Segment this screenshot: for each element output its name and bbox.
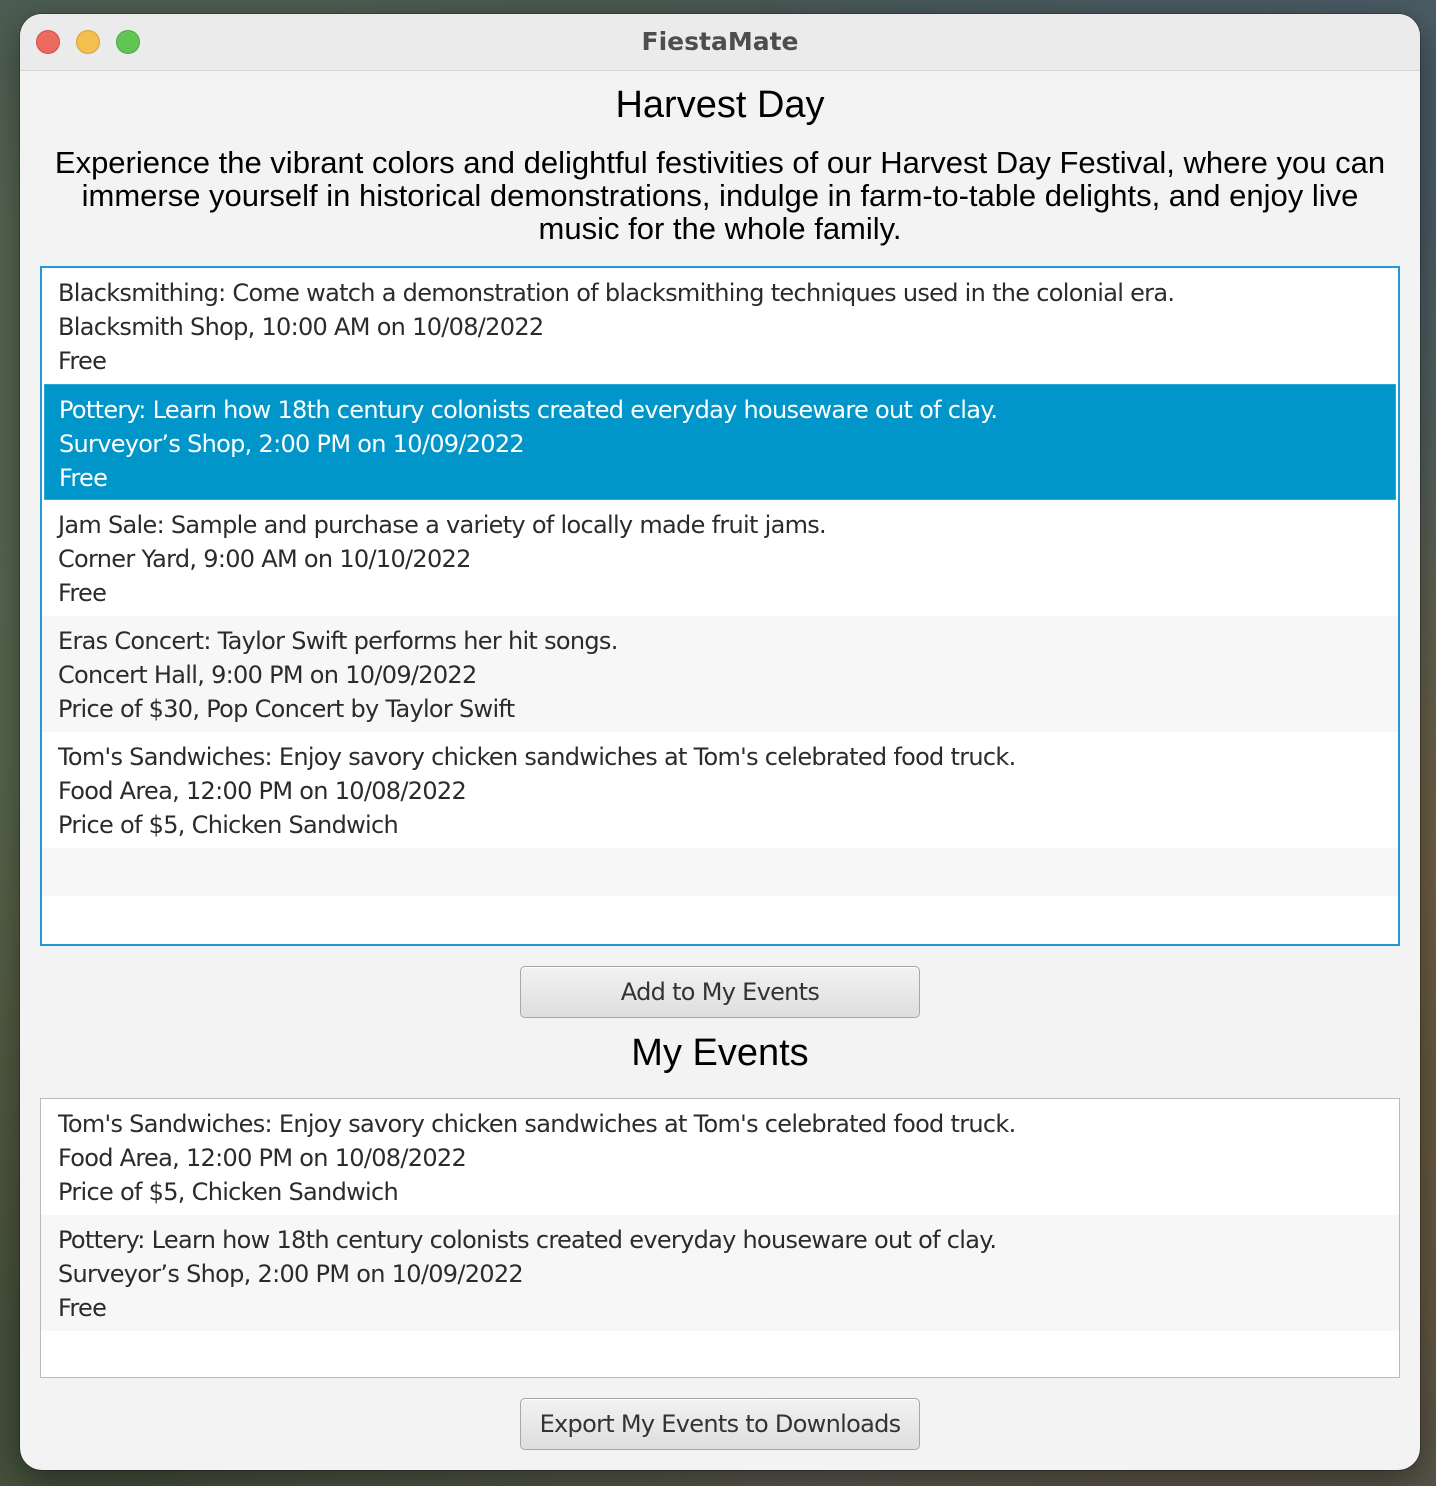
event-location-time: Food Area, 12:00 PM on 10/08/2022	[58, 1144, 467, 1172]
event-location-time: Surveyor’s Shop, 2:00 PM on 10/09/2022	[59, 430, 525, 458]
event-price: Free	[58, 579, 107, 607]
empty-list-row	[42, 848, 1398, 896]
app-window: FiestaMate Harvest Day Experience the vi…	[20, 14, 1420, 1470]
event-price: Price of $5, Chicken Sandwich	[58, 811, 399, 839]
event-description: Blacksmithing: Come watch a demonstratio…	[58, 279, 1175, 307]
export-my-events-button[interactable]: Export My Events to Downloads	[520, 1398, 920, 1450]
my-events-title: My Events	[631, 1032, 809, 1074]
title-bar[interactable]: FiestaMate	[20, 14, 1420, 71]
event-price: Price of $5, Chicken Sandwich	[58, 1178, 399, 1206]
festival-description: Experience the vibrant colors and deligh…	[54, 145, 1386, 246]
event-description: Pottery: Learn how 18th century colonist…	[59, 396, 998, 424]
event-list-item-selected[interactable]: Pottery: Learn how 18th century colonist…	[44, 384, 1396, 500]
event-location-time: Blacksmith Shop, 10:00 AM on 10/08/2022	[58, 313, 544, 341]
my-event-list-item[interactable]: Tom's Sandwiches: Enjoy savory chicken s…	[41, 1099, 1399, 1215]
event-price: Free	[58, 347, 107, 375]
festival-name: Harvest Day	[615, 84, 825, 126]
event-description: Jam Sale: Sample and purchase a variety …	[58, 511, 827, 539]
event-location-time: Concert Hall, 9:00 PM on 10/09/2022	[58, 661, 477, 689]
event-location-time: Corner Yard, 9:00 AM on 10/10/2022	[58, 545, 471, 573]
my-event-list-item[interactable]: Pottery: Learn how 18th century colonist…	[41, 1215, 1399, 1331]
event-price: Free	[58, 1294, 107, 1322]
event-location-time: Surveyor’s Shop, 2:00 PM on 10/09/2022	[58, 1260, 524, 1288]
event-description: Pottery: Learn how 18th century colonist…	[58, 1226, 997, 1254]
event-price: Price of $30, Pop Concert by Taylor Swif…	[58, 695, 515, 723]
event-list-item[interactable]: Blacksmithing: Come watch a demonstratio…	[42, 268, 1398, 384]
event-location-time: Food Area, 12:00 PM on 10/08/2022	[58, 777, 467, 805]
empty-list-row	[41, 1331, 1399, 1377]
add-to-my-events-button[interactable]: Add to My Events	[520, 966, 920, 1018]
window-title: FiestaMate	[641, 27, 799, 56]
event-description: Eras Concert: Taylor Swift performs her …	[58, 627, 618, 655]
empty-list-row	[42, 896, 1398, 944]
event-list-item[interactable]: Jam Sale: Sample and purchase a variety …	[42, 500, 1398, 616]
events-list[interactable]: Blacksmithing: Come watch a demonstratio…	[40, 266, 1400, 946]
event-price: Free	[59, 464, 108, 492]
event-description: Tom's Sandwiches: Enjoy savory chicken s…	[58, 743, 1016, 771]
event-list-item[interactable]: Tom's Sandwiches: Enjoy savory chicken s…	[42, 732, 1398, 848]
event-description: Tom's Sandwiches: Enjoy savory chicken s…	[58, 1110, 1016, 1138]
my-events-list[interactable]: Tom's Sandwiches: Enjoy savory chicken s…	[40, 1098, 1400, 1378]
event-list-item[interactable]: Eras Concert: Taylor Swift performs her …	[42, 616, 1398, 732]
